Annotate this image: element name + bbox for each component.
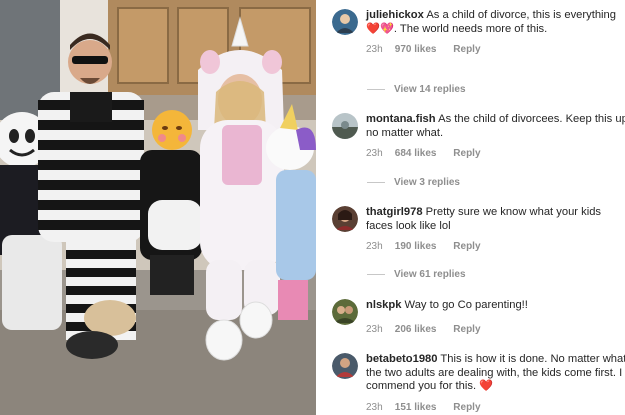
reply-button[interactable]: Reply [453,148,480,160]
avatar[interactable] [332,206,358,232]
comments-panel: juliehickox As a child of divorce, this … [318,0,625,415]
comment-text: betabeto1980 This is how it is done. No … [366,353,625,393]
comment-likes[interactable]: 151 likes [395,402,437,414]
view-replies-button[interactable]: View 14 replies [367,84,466,95]
reply-button[interactable]: Reply [453,324,480,336]
reply-button[interactable]: Reply [453,44,480,56]
replies-line [367,88,385,90]
comment-text: nlskpk Way to go Co parenting!! [366,299,528,311]
comment-meta: 23h 684 likes Reply [366,148,625,160]
comment-time: 23h [366,401,383,413]
avatar[interactable] [332,9,358,35]
comment-username[interactable]: thatgirl978 [366,206,423,218]
red-heart-icon: ❤️ [479,380,494,393]
avatar[interactable] [332,299,358,325]
comment-text: juliehickox As a child of divorce, this … [366,9,616,35]
comment-likes[interactable]: 684 likes [395,148,437,160]
family-costume-photo [0,0,316,415]
reply-button[interactable]: Reply [453,241,480,253]
sparkling-heart-icon: 💖 [379,22,394,35]
avatar[interactable] [332,113,358,139]
view-replies-button[interactable]: View 3 replies [367,177,460,188]
comment-meta: 23h 151 likes Reply [366,402,625,414]
comment-meta: 23h 970 likes Reply [366,44,625,56]
comment-likes[interactable]: 190 likes [395,241,437,253]
comment-username[interactable]: nlskpk [366,299,401,311]
comment-likes[interactable]: 970 likes [395,44,437,56]
comment-text: thatgirl978 Pretty sure we know what you… [366,206,602,232]
comment-meta: 23h 190 likes Reply [366,241,625,253]
comment-username[interactable]: betabeto1980 [366,353,438,365]
comment-time: 23h [366,323,383,335]
comment-meta: 23h 206 likes Reply [366,324,625,336]
comment-time: 23h [366,148,383,160]
red-heart-icon: ❤️ [366,22,380,35]
view-replies-button[interactable]: View 61 replies [367,269,466,280]
avatar[interactable] [332,353,358,379]
comment-likes[interactable]: 206 likes [395,324,437,336]
comment-time: 23h [366,44,383,56]
comment-time: 23h [366,241,383,253]
comment-text: montana.fish As the child of divorcees. … [366,113,625,139]
replies-line [367,181,385,183]
reply-button[interactable]: Reply [453,402,480,414]
post-photo [0,0,316,415]
replies-line [367,273,385,275]
comment-username[interactable]: montana.fish [366,113,436,125]
comment-username[interactable]: juliehickox [366,9,424,21]
